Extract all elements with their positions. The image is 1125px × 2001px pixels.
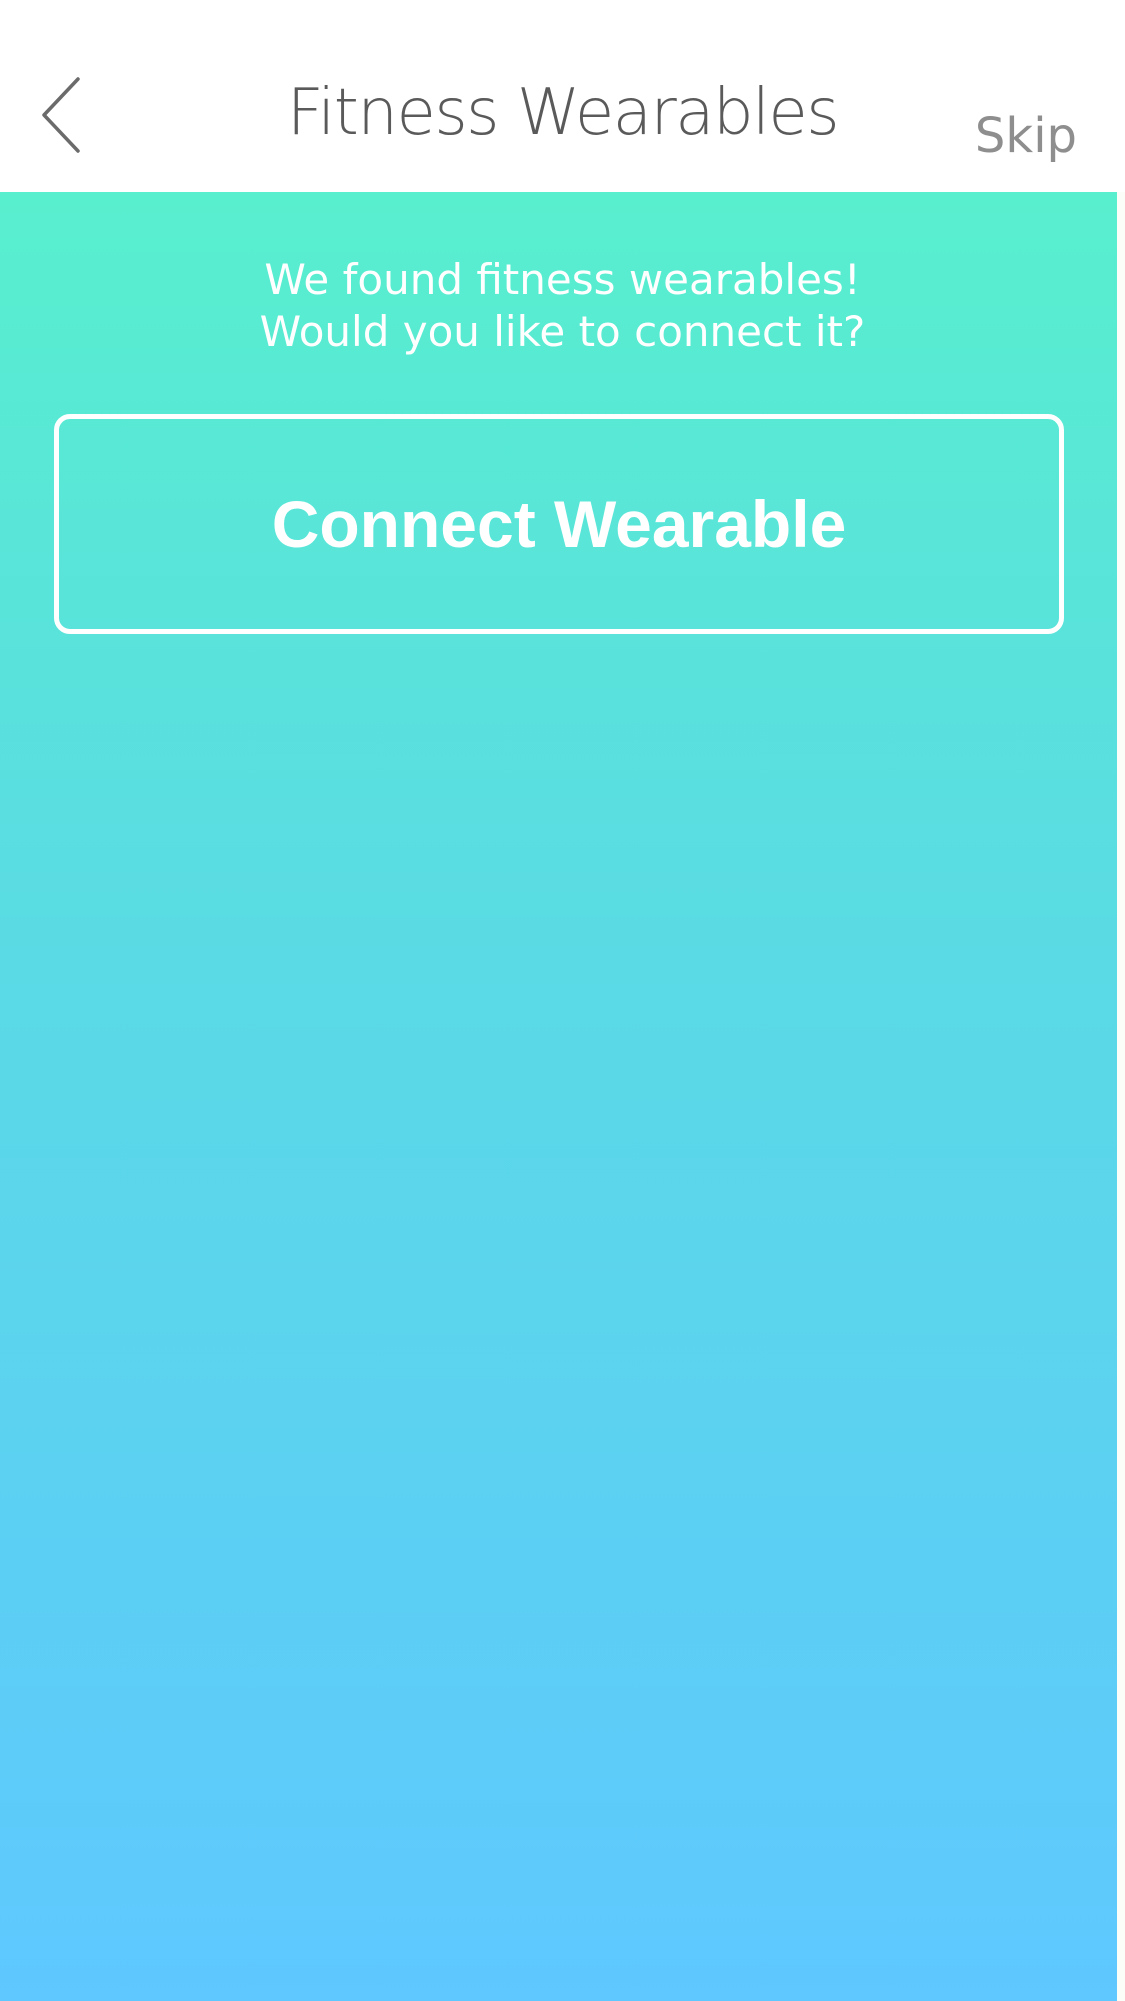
- message-line-1: We found fitness wearables!: [264, 255, 861, 304]
- message-line-2: Would you like to connect it?: [259, 307, 866, 356]
- right-edge-strip: [1117, 192, 1125, 2001]
- main-content: We found fitness wearables! Would you li…: [0, 192, 1125, 2001]
- page-title: Fitness Wearables: [286, 76, 840, 150]
- navigation-bar: Fitness Wearables Skip: [0, 0, 1125, 192]
- connect-wearable-button[interactable]: Connect Wearable: [54, 414, 1064, 634]
- fitness-wearables-screen: Fitness Wearables Skip We found fitness …: [0, 0, 1125, 2001]
- found-wearables-message: We found fitness wearables! Would you li…: [0, 254, 1125, 358]
- skip-button[interactable]: Skip: [975, 104, 1077, 168]
